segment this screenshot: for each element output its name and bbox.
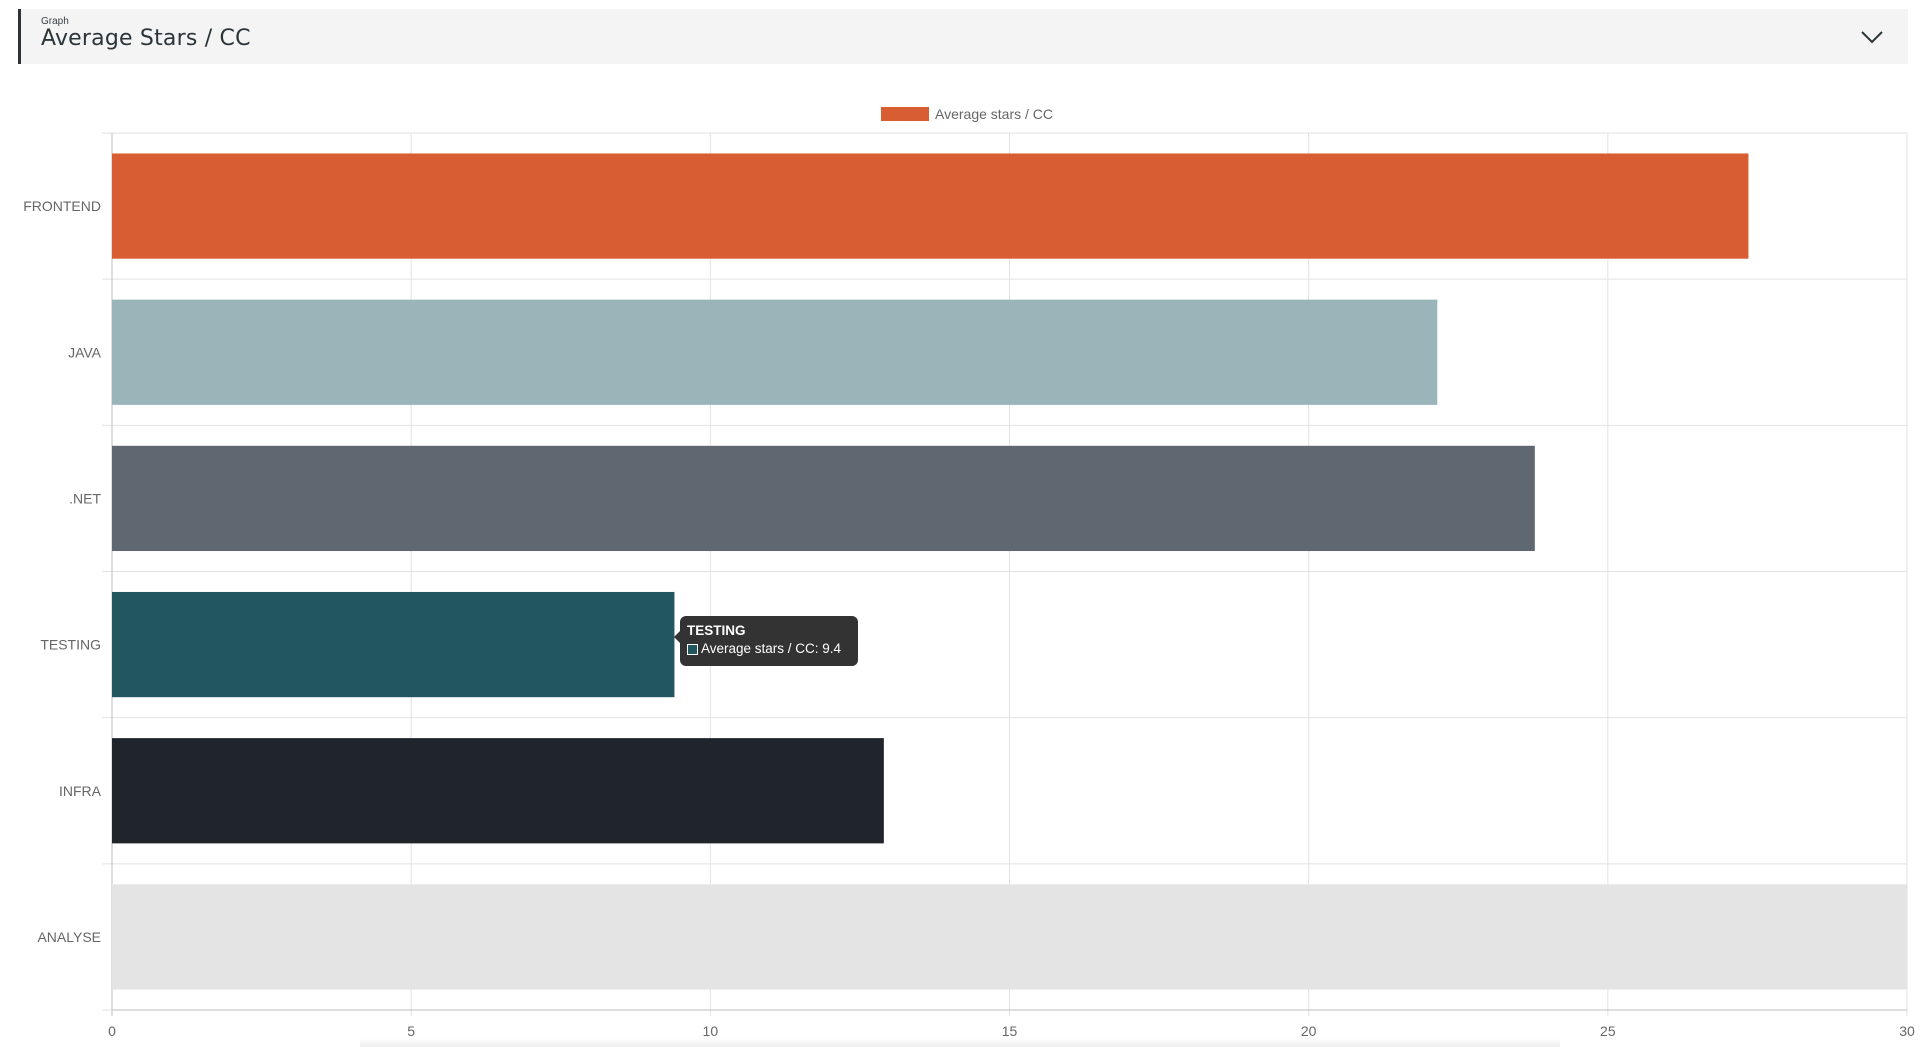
x-tick-label: 5 <box>407 1023 415 1039</box>
bar-frontend[interactable] <box>112 153 1749 259</box>
x-tick-label: 30 <box>1899 1023 1915 1039</box>
tooltip-label: Average stars / CC: 9.4 <box>701 641 842 656</box>
bottom-fade <box>360 1038 1560 1047</box>
bar-testing[interactable] <box>112 591 675 698</box>
x-axis-labels: 0 5 10 15 20 25 30 <box>108 1023 1915 1039</box>
y-tick-label: FRONTEND <box>23 198 101 214</box>
x-tick-label: 25 <box>1600 1023 1616 1039</box>
y-tick-label: TESTING <box>40 637 101 653</box>
bar-java[interactable] <box>112 299 1438 405</box>
tooltip-title: TESTING <box>687 623 746 638</box>
y-tick-label: JAVA <box>68 344 102 360</box>
bar-analyse[interactable] <box>112 884 1907 990</box>
x-tick-label: 10 <box>703 1023 719 1039</box>
tooltip-row: Average stars / CC: 9.4 <box>687 639 851 659</box>
y-axis-labels: FRONTEND JAVA .NET TESTING INFRA ANALYSE <box>23 198 101 945</box>
x-tick-label: 20 <box>1301 1023 1317 1039</box>
chart-grid <box>102 132 1908 1016</box>
bar-infra[interactable] <box>112 738 884 844</box>
legend-swatch[interactable] <box>881 107 929 121</box>
y-tick-label: INFRA <box>59 783 102 799</box>
tooltip-swatch <box>687 643 698 655</box>
chart-legend: Average stars / CC <box>881 106 1053 122</box>
bar-chart: FRONTEND JAVA .NET TESTING INFRA ANALYSE 0 5 10… <box>23 106 1915 1039</box>
x-tick-label: 0 <box>108 1023 116 1039</box>
bar-tooltip: TESTING Average stars / CC: 9.4 <box>674 616 858 666</box>
bar-net[interactable] <box>112 445 1535 552</box>
y-tick-label: .NET <box>69 490 101 506</box>
y-tick-label: ANALYSE <box>37 929 101 945</box>
legend-label[interactable]: Average stars / CC <box>935 106 1053 122</box>
x-tick-label: 15 <box>1002 1023 1018 1039</box>
